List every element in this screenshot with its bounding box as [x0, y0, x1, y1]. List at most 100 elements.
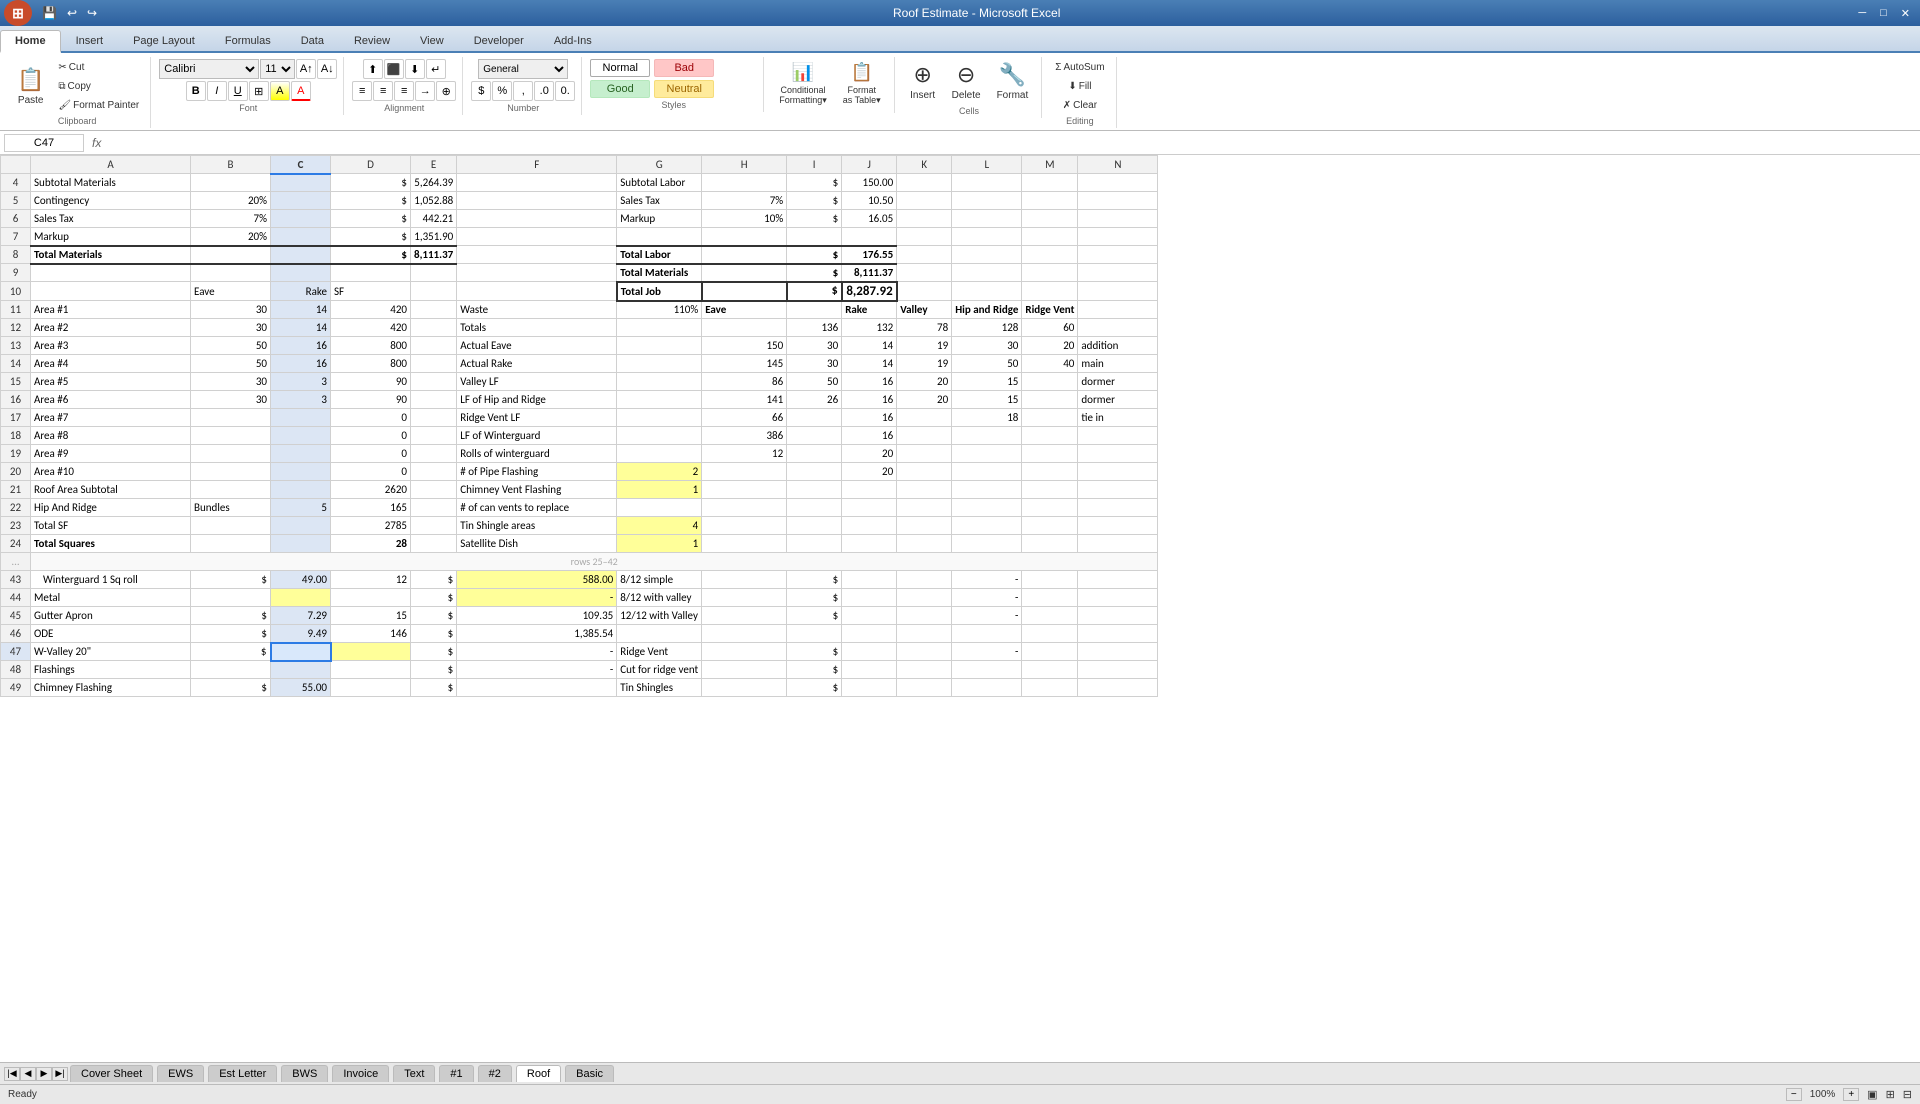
col-header-j[interactable]: J [842, 156, 897, 174]
save-qat-button[interactable]: 💾 [38, 4, 61, 22]
cell-d23[interactable]: 2785 [331, 517, 411, 535]
cell-l9[interactable] [952, 264, 1022, 282]
cell-e7[interactable]: 1,351.90 [411, 228, 457, 246]
cell-n23[interactable] [1078, 517, 1158, 535]
cell-c10[interactable]: Rake [271, 282, 331, 301]
cell-m13[interactable]: 20 [1022, 337, 1078, 355]
cell-e16[interactable] [411, 391, 457, 409]
cell-b17[interactable] [191, 409, 271, 427]
cell-d20[interactable]: 0 [331, 463, 411, 481]
spreadsheet[interactable]: A B C D E F G H I J K L M N [0, 155, 1920, 1062]
cell-m8[interactable] [1022, 246, 1078, 264]
cell-e43[interactable]: $ [411, 571, 457, 589]
format-button[interactable]: 🔧 Format [990, 59, 1036, 104]
cell-l14[interactable]: 50 [952, 355, 1022, 373]
cell-i18[interactable] [787, 427, 842, 445]
cell-i24[interactable] [787, 535, 842, 553]
cell-k8[interactable] [897, 246, 952, 264]
cell-j14[interactable]: 14 [842, 355, 897, 373]
cell-i7[interactable] [787, 228, 842, 246]
cell-f8[interactable] [457, 246, 617, 264]
cell-i22[interactable] [787, 499, 842, 517]
cell-j46[interactable] [842, 625, 897, 643]
cell-g15[interactable] [617, 373, 702, 391]
cell-g43[interactable]: 8/12 simple [617, 571, 702, 589]
cell-b9[interactable] [191, 264, 271, 282]
italic-button[interactable]: I [207, 81, 227, 101]
cell-f7[interactable] [457, 228, 617, 246]
cell-l24[interactable] [952, 535, 1022, 553]
cell-n45[interactable] [1078, 607, 1158, 625]
view-pagebreak-icon[interactable]: ⊟ [1903, 1088, 1912, 1101]
cell-d9[interactable] [331, 264, 411, 282]
cell-j19[interactable]: 20 [842, 445, 897, 463]
sheet-tab-1[interactable]: #1 [439, 1065, 473, 1082]
cell-k17[interactable] [897, 409, 952, 427]
currency-button[interactable]: $ [471, 81, 491, 101]
cell-a19[interactable]: Area #9 [31, 445, 191, 463]
cell-l21[interactable] [952, 481, 1022, 499]
cell-m21[interactable] [1022, 481, 1078, 499]
align-center-button[interactable]: ≡ [373, 81, 393, 101]
cell-e24[interactable] [411, 535, 457, 553]
cell-h17[interactable]: 66 [702, 409, 787, 427]
increase-font-button[interactable]: A↑ [296, 59, 316, 79]
cell-k4[interactable] [897, 174, 952, 192]
align-left-button[interactable]: ≡ [352, 81, 372, 101]
cell-d13[interactable]: 800 [331, 337, 411, 355]
cell-h9[interactable] [702, 264, 787, 282]
cell-l10[interactable] [952, 282, 1022, 301]
cell-h13[interactable]: 150 [702, 337, 787, 355]
cell-l43[interactable]: - [952, 571, 1022, 589]
cell-c48[interactable] [271, 661, 331, 679]
cell-m48[interactable] [1022, 661, 1078, 679]
zoom-out-button[interactable]: − [1786, 1088, 1802, 1101]
cell-c24[interactable] [271, 535, 331, 553]
cell-l20[interactable] [952, 463, 1022, 481]
cell-l11[interactable]: Hip and Ridge [952, 301, 1022, 319]
cell-j15[interactable]: 16 [842, 373, 897, 391]
cell-a8[interactable]: Total Materials [31, 246, 191, 264]
bad-style[interactable]: Bad [654, 59, 714, 77]
format-painter-button[interactable]: 🖌Format Painter [53, 97, 144, 114]
cell-e19[interactable] [411, 445, 457, 463]
cell-f24[interactable]: Satellite Dish [457, 535, 617, 553]
cell-f11[interactable]: Waste [457, 301, 617, 319]
cell-c45[interactable]: 7.29 [271, 607, 331, 625]
undo-qat-button[interactable]: ↩ [63, 4, 81, 22]
cell-k22[interactable] [897, 499, 952, 517]
cell-c4[interactable] [271, 174, 331, 192]
cell-n47[interactable] [1078, 643, 1158, 661]
cell-m23[interactable] [1022, 517, 1078, 535]
cell-b6[interactable]: 7% [191, 210, 271, 228]
cell-g9[interactable]: Total Materials [617, 264, 702, 282]
cell-j43[interactable] [842, 571, 897, 589]
align-top-button[interactable]: ⬆ [363, 59, 383, 79]
cell-c8[interactable] [271, 246, 331, 264]
cell-b10[interactable]: Eave [191, 282, 271, 301]
cell-l19[interactable] [952, 445, 1022, 463]
tab-developer[interactable]: Developer [459, 30, 539, 51]
cell-f13[interactable]: Actual Eave [457, 337, 617, 355]
cell-k24[interactable] [897, 535, 952, 553]
col-header-k[interactable]: K [897, 156, 952, 174]
cell-m45[interactable] [1022, 607, 1078, 625]
cell-c14[interactable]: 16 [271, 355, 331, 373]
cell-k16[interactable]: 20 [897, 391, 952, 409]
cell-a21[interactable]: Roof Area Subtotal [31, 481, 191, 499]
cell-h48[interactable] [702, 661, 787, 679]
cell-c46[interactable]: 9.49 [271, 625, 331, 643]
cell-b8[interactable] [191, 246, 271, 264]
cell-d11[interactable]: 420 [331, 301, 411, 319]
cell-e48[interactable]: $ [411, 661, 457, 679]
cell-a14[interactable]: Area #4 [31, 355, 191, 373]
merge-center-button[interactable]: ⊕ [436, 81, 456, 101]
cell-a15[interactable]: Area #5 [31, 373, 191, 391]
cell-n7[interactable] [1078, 228, 1158, 246]
cell-l47[interactable]: - [952, 643, 1022, 661]
cell-g47[interactable]: Ridge Vent [617, 643, 702, 661]
col-header-b[interactable]: B [191, 156, 271, 174]
cell-n16[interactable]: dormer [1078, 391, 1158, 409]
cell-i23[interactable] [787, 517, 842, 535]
cell-d21[interactable]: 2620 [331, 481, 411, 499]
